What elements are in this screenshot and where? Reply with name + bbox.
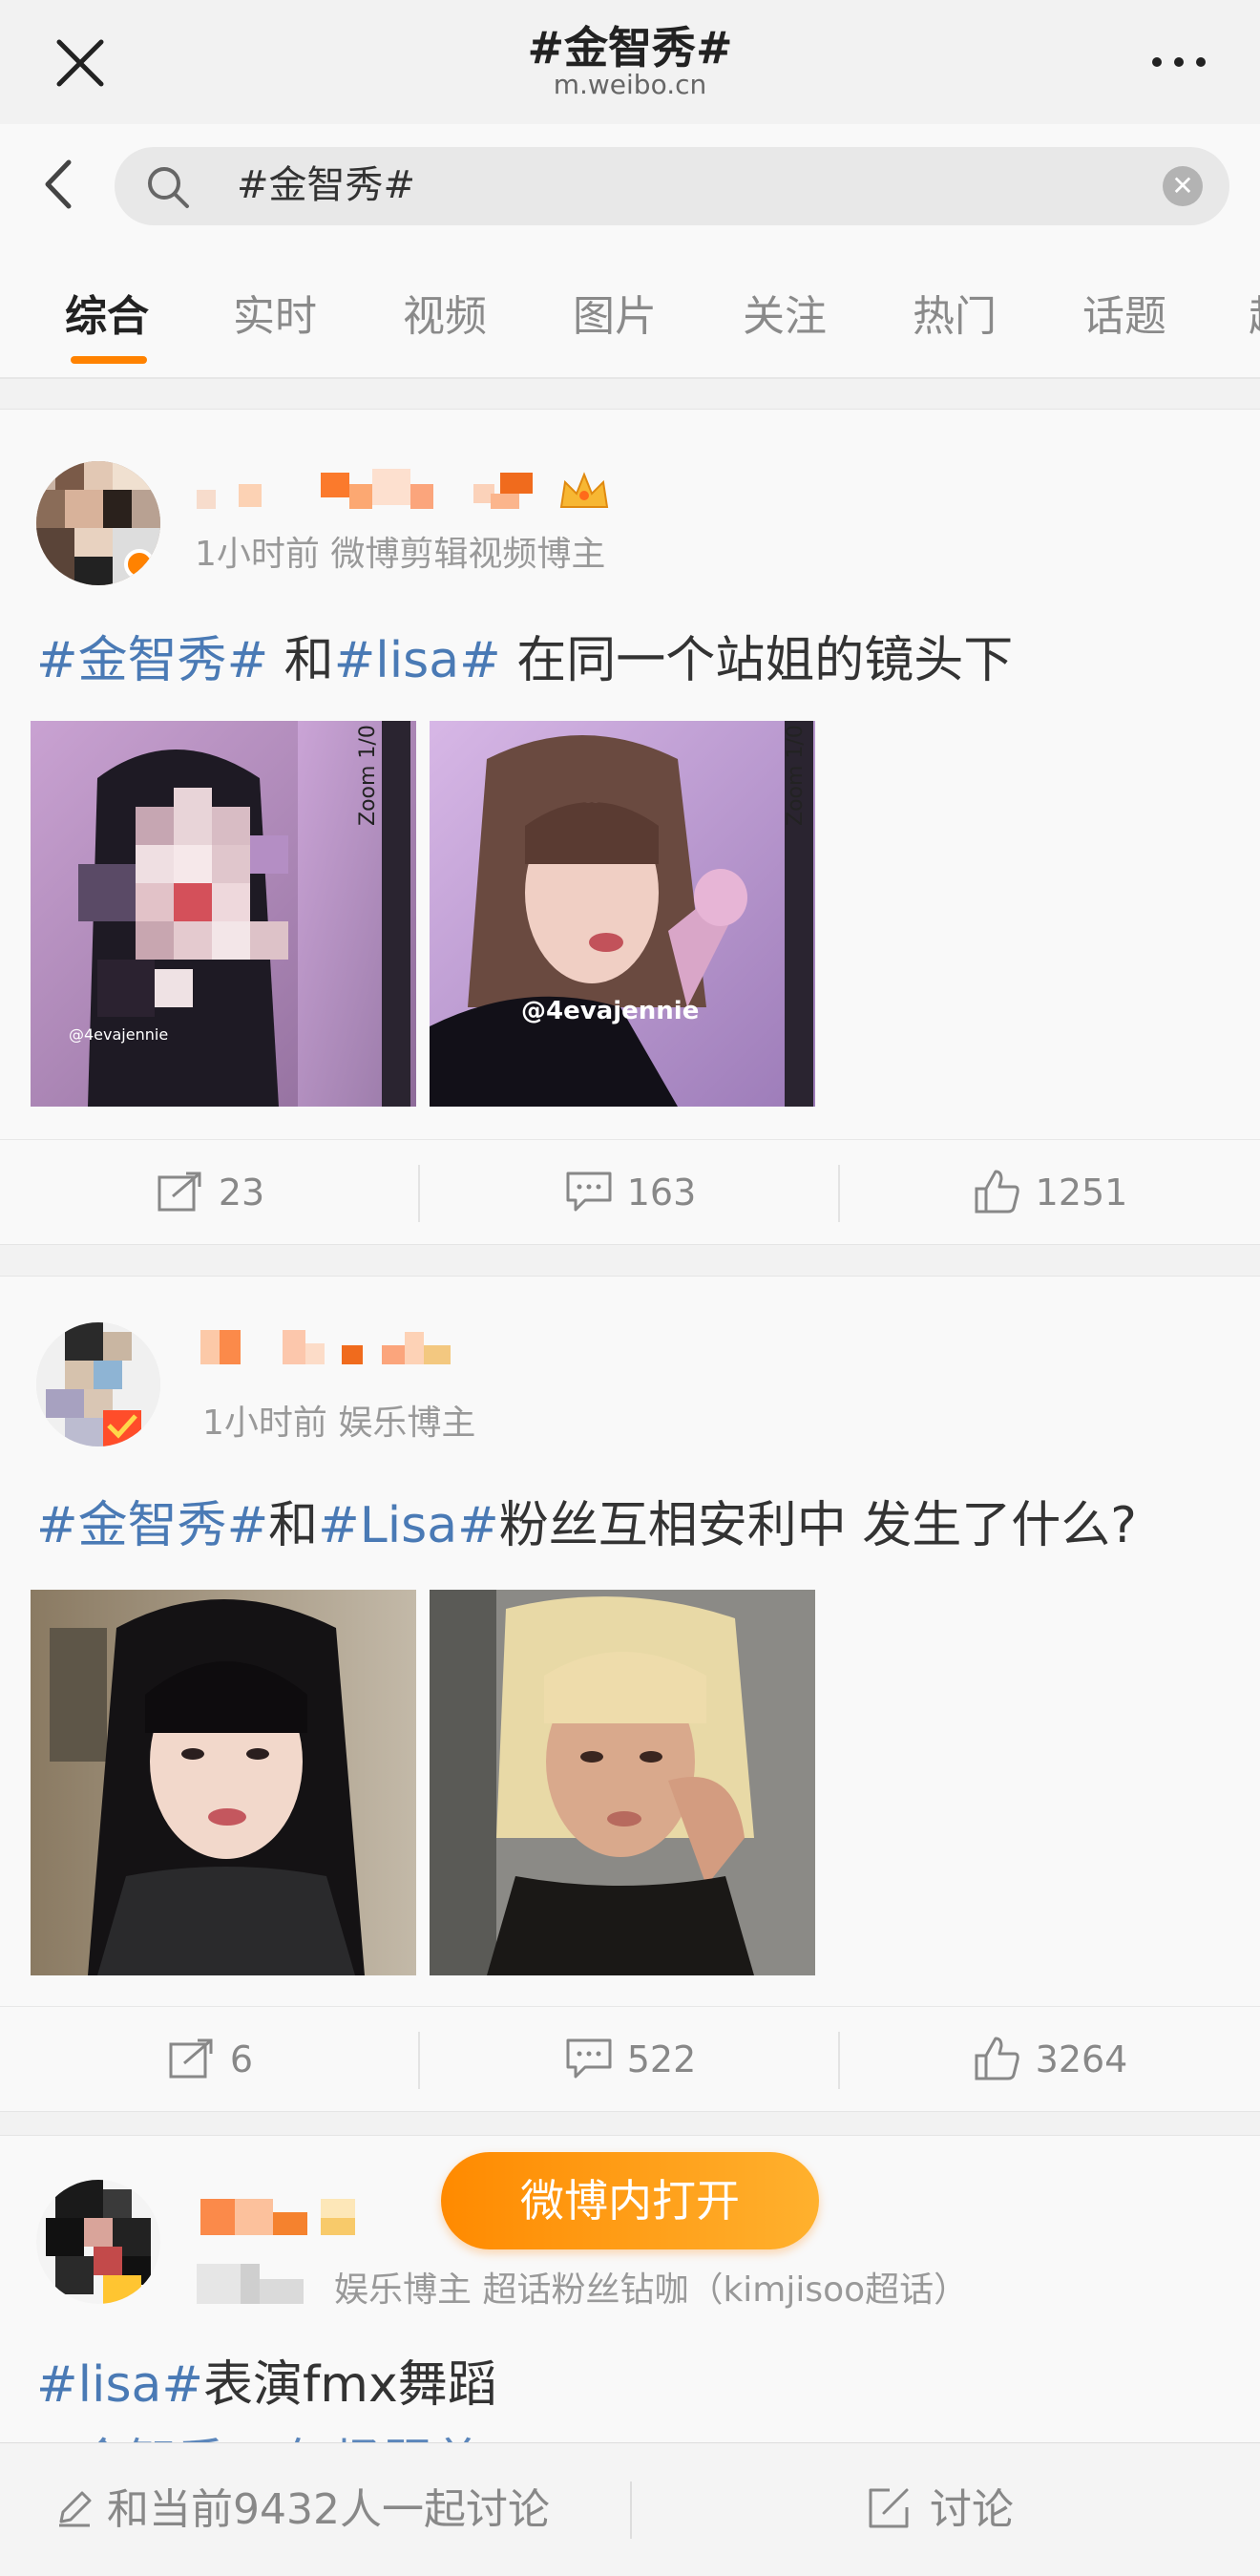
post-image[interactable]: Zoom 1/0 @4evajennie — [31, 721, 416, 1107]
comment-button[interactable]: 522 — [420, 2007, 840, 2112]
comment-icon — [566, 1172, 612, 1211]
search-input[interactable]: #金智秀# ✕ — [115, 147, 1229, 225]
post-meta: 1小时前 娱乐博主 — [202, 1404, 476, 1443]
repost-icon — [169, 2038, 213, 2078]
post-card: 1小时前 娱乐博主 #金智秀#和#Lisa#粉丝互相安利中 发生了什么? 6 5… — [0, 1276, 1260, 2112]
post-meta: 娱乐博主 超话粉丝钻咖（kimjisoo超话） — [334, 2270, 969, 2310]
page-url: m.weibo.cn — [553, 69, 707, 100]
crown-badge-icon — [559, 472, 609, 508]
search-tabs: 综合 实时 视频 图片 关注 热门 话题 超 — [0, 243, 1260, 379]
like-button[interactable]: 3264 — [840, 2007, 1260, 2112]
tab-hot[interactable]: 热门 — [913, 282, 997, 343]
pencil-icon — [59, 2491, 92, 2527]
post-actions: 23 163 1251 — [0, 1139, 1260, 1245]
post-image[interactable] — [31, 1590, 416, 1975]
avatar[interactable] — [36, 461, 160, 585]
tab-following[interactable]: 关注 — [743, 282, 827, 343]
bottom-discussion-bar: 和当前9432人一起讨论 讨论 — [0, 2442, 1260, 2576]
hashtag-link[interactable]: #lisa# — [334, 632, 501, 689]
like-button[interactable]: 1251 — [840, 1140, 1260, 1245]
tab-video[interactable]: 视频 — [403, 282, 487, 343]
post-image[interactable] — [430, 1590, 815, 1975]
tab-supertopic[interactable]: 超 — [1249, 282, 1260, 343]
comment-button[interactable]: 163 — [420, 1140, 840, 1245]
post-text: #金智秀# 和#lisa# 在同一个站姐的镜头下 — [36, 632, 1014, 689]
more-icon[interactable] — [1145, 38, 1212, 86]
avatar[interactable] — [36, 2180, 160, 2304]
hashtag-link[interactable]: #lisa# — [36, 2356, 203, 2414]
tab-topics[interactable]: 话题 — [1082, 282, 1166, 343]
post-actions: 6 522 3264 — [0, 2006, 1260, 2112]
svg-text:Zoom 1/0: Zoom 1/0 — [784, 725, 808, 826]
browser-header: #金智秀# m.weibo.cn — [0, 0, 1260, 125]
post-image[interactable]: Zoom 1/0 @4evajennie — [430, 721, 815, 1107]
repost-button[interactable]: 23 — [0, 1140, 420, 1245]
hashtag-link[interactable]: #金智秀# — [36, 1497, 268, 1554]
clear-search-icon[interactable]: ✕ — [1163, 166, 1203, 206]
tab-pictures[interactable]: 图片 — [573, 282, 657, 343]
avatar[interactable] — [36, 1322, 160, 1446]
back-icon[interactable] — [34, 153, 82, 216]
thumbs-up-icon — [975, 2037, 1019, 2080]
search-icon — [148, 167, 189, 208]
post-text: #lisa#表演fmx舞蹈 — [36, 2356, 497, 2414]
repost-icon — [158, 1172, 201, 1211]
hashtag-link[interactable]: #金智秀# — [36, 632, 268, 689]
search-value: #金智秀# — [237, 163, 416, 207]
hashtag-link[interactable]: #Lisa# — [318, 1497, 499, 1554]
active-tab-indicator — [71, 356, 147, 364]
thumbs-up-icon — [975, 1170, 1019, 1213]
svg-text:Zoom 1/0: Zoom 1/0 — [356, 725, 380, 826]
discuss-prompt[interactable]: 和当前9432人一起讨论 — [53, 2443, 550, 2576]
post-card: 1小时前 微博剪辑视频博主 #金智秀# 和#lisa# 在同一个站姐的镜头下 Z… — [0, 409, 1260, 1245]
edit-icon — [869, 2488, 909, 2528]
comment-icon — [566, 2038, 612, 2078]
svg-text:@4evajennie: @4evajennie — [69, 1025, 168, 1044]
repost-button[interactable]: 6 — [0, 2007, 420, 2112]
discuss-button[interactable]: 讨论 — [865, 2443, 1014, 2576]
tab-comprehensive[interactable]: 综合 — [65, 282, 149, 343]
svg-text:@4evajennie: @4evajennie — [521, 997, 699, 1025]
page-title: #金智秀# — [527, 22, 733, 74]
post-text: #金智秀#和#Lisa#粉丝互相安利中 发生了什么? — [36, 1497, 1137, 1554]
tab-realtime[interactable]: 实时 — [233, 282, 317, 343]
search-bar: #金智秀# ✕ — [0, 124, 1260, 243]
post-meta: 1小时前 微博剪辑视频博主 — [195, 535, 606, 574]
open-in-weibo-button[interactable]: 微博内打开 — [441, 2152, 819, 2249]
